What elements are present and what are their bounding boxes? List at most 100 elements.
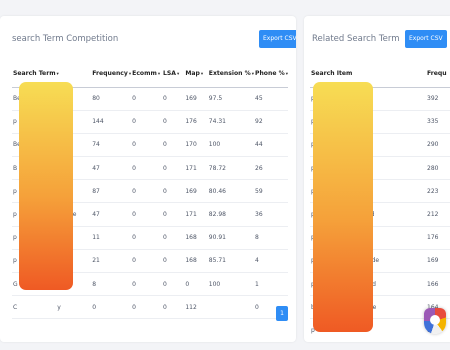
search-term-start: B bbox=[13, 164, 18, 172]
table-cell: 100 bbox=[207, 272, 254, 297]
table-cell: 90.91 bbox=[207, 226, 254, 250]
table-cell: 0 bbox=[131, 202, 162, 227]
column-header-frequ[interactable]: Frequ bbox=[426, 61, 450, 88]
table-cell: 59 bbox=[254, 179, 288, 204]
card-title: Related Search Term bbox=[312, 34, 400, 44]
table-cell: 170 bbox=[184, 133, 208, 158]
table-cell: 87 bbox=[91, 179, 132, 204]
sort-caret-icon[interactable]: ▾ bbox=[286, 72, 288, 77]
pagination-page-1[interactable]: 1 bbox=[276, 306, 288, 321]
table-cell: 0 bbox=[131, 156, 162, 181]
table-cell: 21 bbox=[91, 249, 132, 274]
redaction-overlay bbox=[313, 82, 373, 332]
column-header-frequency[interactable]: Frequency▾ bbox=[91, 61, 132, 88]
table-cell: 168 bbox=[184, 226, 208, 250]
table-cell: 0 bbox=[161, 295, 185, 320]
table-cell: 0 bbox=[161, 272, 185, 297]
table-cell: 0 bbox=[161, 156, 185, 181]
table-cell: 144 bbox=[91, 110, 132, 134]
table-cell: 168 bbox=[184, 249, 208, 274]
redaction-overlay bbox=[19, 82, 73, 290]
table-cell: 280 bbox=[426, 156, 450, 181]
table-cell: 80.46 bbox=[207, 179, 254, 204]
search-term-start: p bbox=[13, 234, 17, 242]
table-cell: 44 bbox=[254, 133, 288, 158]
search-term-start: p bbox=[13, 187, 17, 195]
column-header-label: Map bbox=[185, 70, 200, 78]
column-header-label: Search Item bbox=[311, 70, 353, 78]
table-cell: 0 bbox=[131, 179, 162, 204]
table-cell: 92 bbox=[254, 110, 288, 134]
table-cell: 0 bbox=[161, 87, 185, 111]
table-cell: 0 bbox=[91, 295, 132, 320]
table-cell: 0 bbox=[131, 133, 162, 158]
table-cell: 176 bbox=[426, 226, 450, 250]
column-header-label: LSA bbox=[162, 70, 176, 78]
table-cell: 74.31 bbox=[207, 110, 254, 134]
table-cell: 47 bbox=[91, 202, 132, 227]
floating-chat-widget-icon[interactable] bbox=[424, 308, 446, 334]
table-cell: 212 bbox=[426, 202, 450, 227]
search-term-start: C bbox=[13, 303, 18, 311]
table-cell: 171 bbox=[184, 202, 208, 227]
column-header-label: Frequ bbox=[427, 70, 447, 78]
table-cell: 0 bbox=[131, 226, 162, 250]
table-cell: 100 bbox=[207, 133, 254, 158]
export-csv-button[interactable]: Export CSV bbox=[259, 30, 296, 48]
table-cell: 290 bbox=[426, 133, 450, 158]
table-cell: 169 bbox=[184, 87, 208, 111]
search-term-start: p bbox=[13, 211, 17, 219]
table-cell: 0 bbox=[161, 226, 185, 250]
table-cell: 74 bbox=[91, 133, 132, 158]
column-header-label: Frequency bbox=[92, 70, 128, 78]
table-cell: 97.5 bbox=[207, 87, 254, 111]
table-cell: 80 bbox=[91, 87, 132, 111]
table-cell: 0 bbox=[161, 249, 185, 274]
table-cell bbox=[207, 295, 254, 320]
table-cell: 36 bbox=[254, 202, 288, 227]
sort-caret-icon[interactable]: ▾ bbox=[57, 72, 59, 77]
table-cell: 0 bbox=[184, 272, 208, 297]
table-cell: 78.72 bbox=[207, 156, 254, 181]
table-cell: 82.98 bbox=[207, 202, 254, 227]
table-cell: 11 bbox=[91, 226, 132, 250]
table-row[interactable]: Cy 0 0 0 112 0 bbox=[12, 295, 288, 320]
table-cell: 166 bbox=[426, 272, 450, 297]
column-header-label: Search Term bbox=[13, 70, 56, 78]
table-cell: 47 bbox=[91, 156, 132, 181]
column-header-extension[interactable]: Extension %▾ bbox=[207, 61, 254, 88]
table-cell: 0 bbox=[131, 110, 162, 134]
table-cell: 1 bbox=[254, 272, 288, 297]
sort-caret-icon[interactable]: ▾ bbox=[252, 72, 254, 77]
table-cell: 223 bbox=[426, 179, 450, 204]
table-cell: 0 bbox=[161, 202, 185, 227]
export-csv-button[interactable]: Export CSV bbox=[405, 30, 447, 48]
column-header-label: Extension % bbox=[208, 70, 251, 78]
sort-caret-icon[interactable]: ▾ bbox=[201, 72, 203, 77]
search-term-start: G bbox=[13, 280, 18, 288]
column-header-map[interactable]: Map▾ bbox=[184, 61, 208, 88]
table-cell: 0 bbox=[161, 110, 185, 134]
search-term-cell: Cy bbox=[12, 295, 92, 320]
table-cell: 8 bbox=[91, 272, 132, 297]
table-cell: 0 bbox=[161, 179, 185, 204]
table-cell: 0 bbox=[131, 87, 162, 111]
sort-caret-icon[interactable]: ▾ bbox=[177, 72, 179, 77]
table-cell: 169 bbox=[426, 249, 450, 274]
table-cell: 0 bbox=[131, 295, 162, 320]
search-term-start: p bbox=[13, 257, 17, 265]
table-cell: 176 bbox=[184, 110, 208, 134]
column-header-lsa[interactable]: LSA▾ bbox=[161, 61, 185, 88]
table-cell: 112 bbox=[184, 295, 208, 320]
table-cell: 4 bbox=[254, 249, 288, 274]
column-header-phone[interactable]: Phone %▾ bbox=[254, 61, 288, 88]
card-title: search Term Competition bbox=[12, 34, 119, 44]
column-header-ecomm[interactable]: Ecomm▾ bbox=[131, 61, 162, 88]
sort-caret-icon[interactable]: ▾ bbox=[158, 72, 160, 77]
sort-caret-icon[interactable]: ▾ bbox=[129, 72, 131, 77]
table-cell: 0 bbox=[161, 133, 185, 158]
column-header-label: Ecomm bbox=[132, 70, 157, 78]
column-header-label: Phone % bbox=[255, 70, 285, 78]
table-cell: 85.71 bbox=[207, 249, 254, 274]
table-cell: 45 bbox=[254, 87, 288, 111]
